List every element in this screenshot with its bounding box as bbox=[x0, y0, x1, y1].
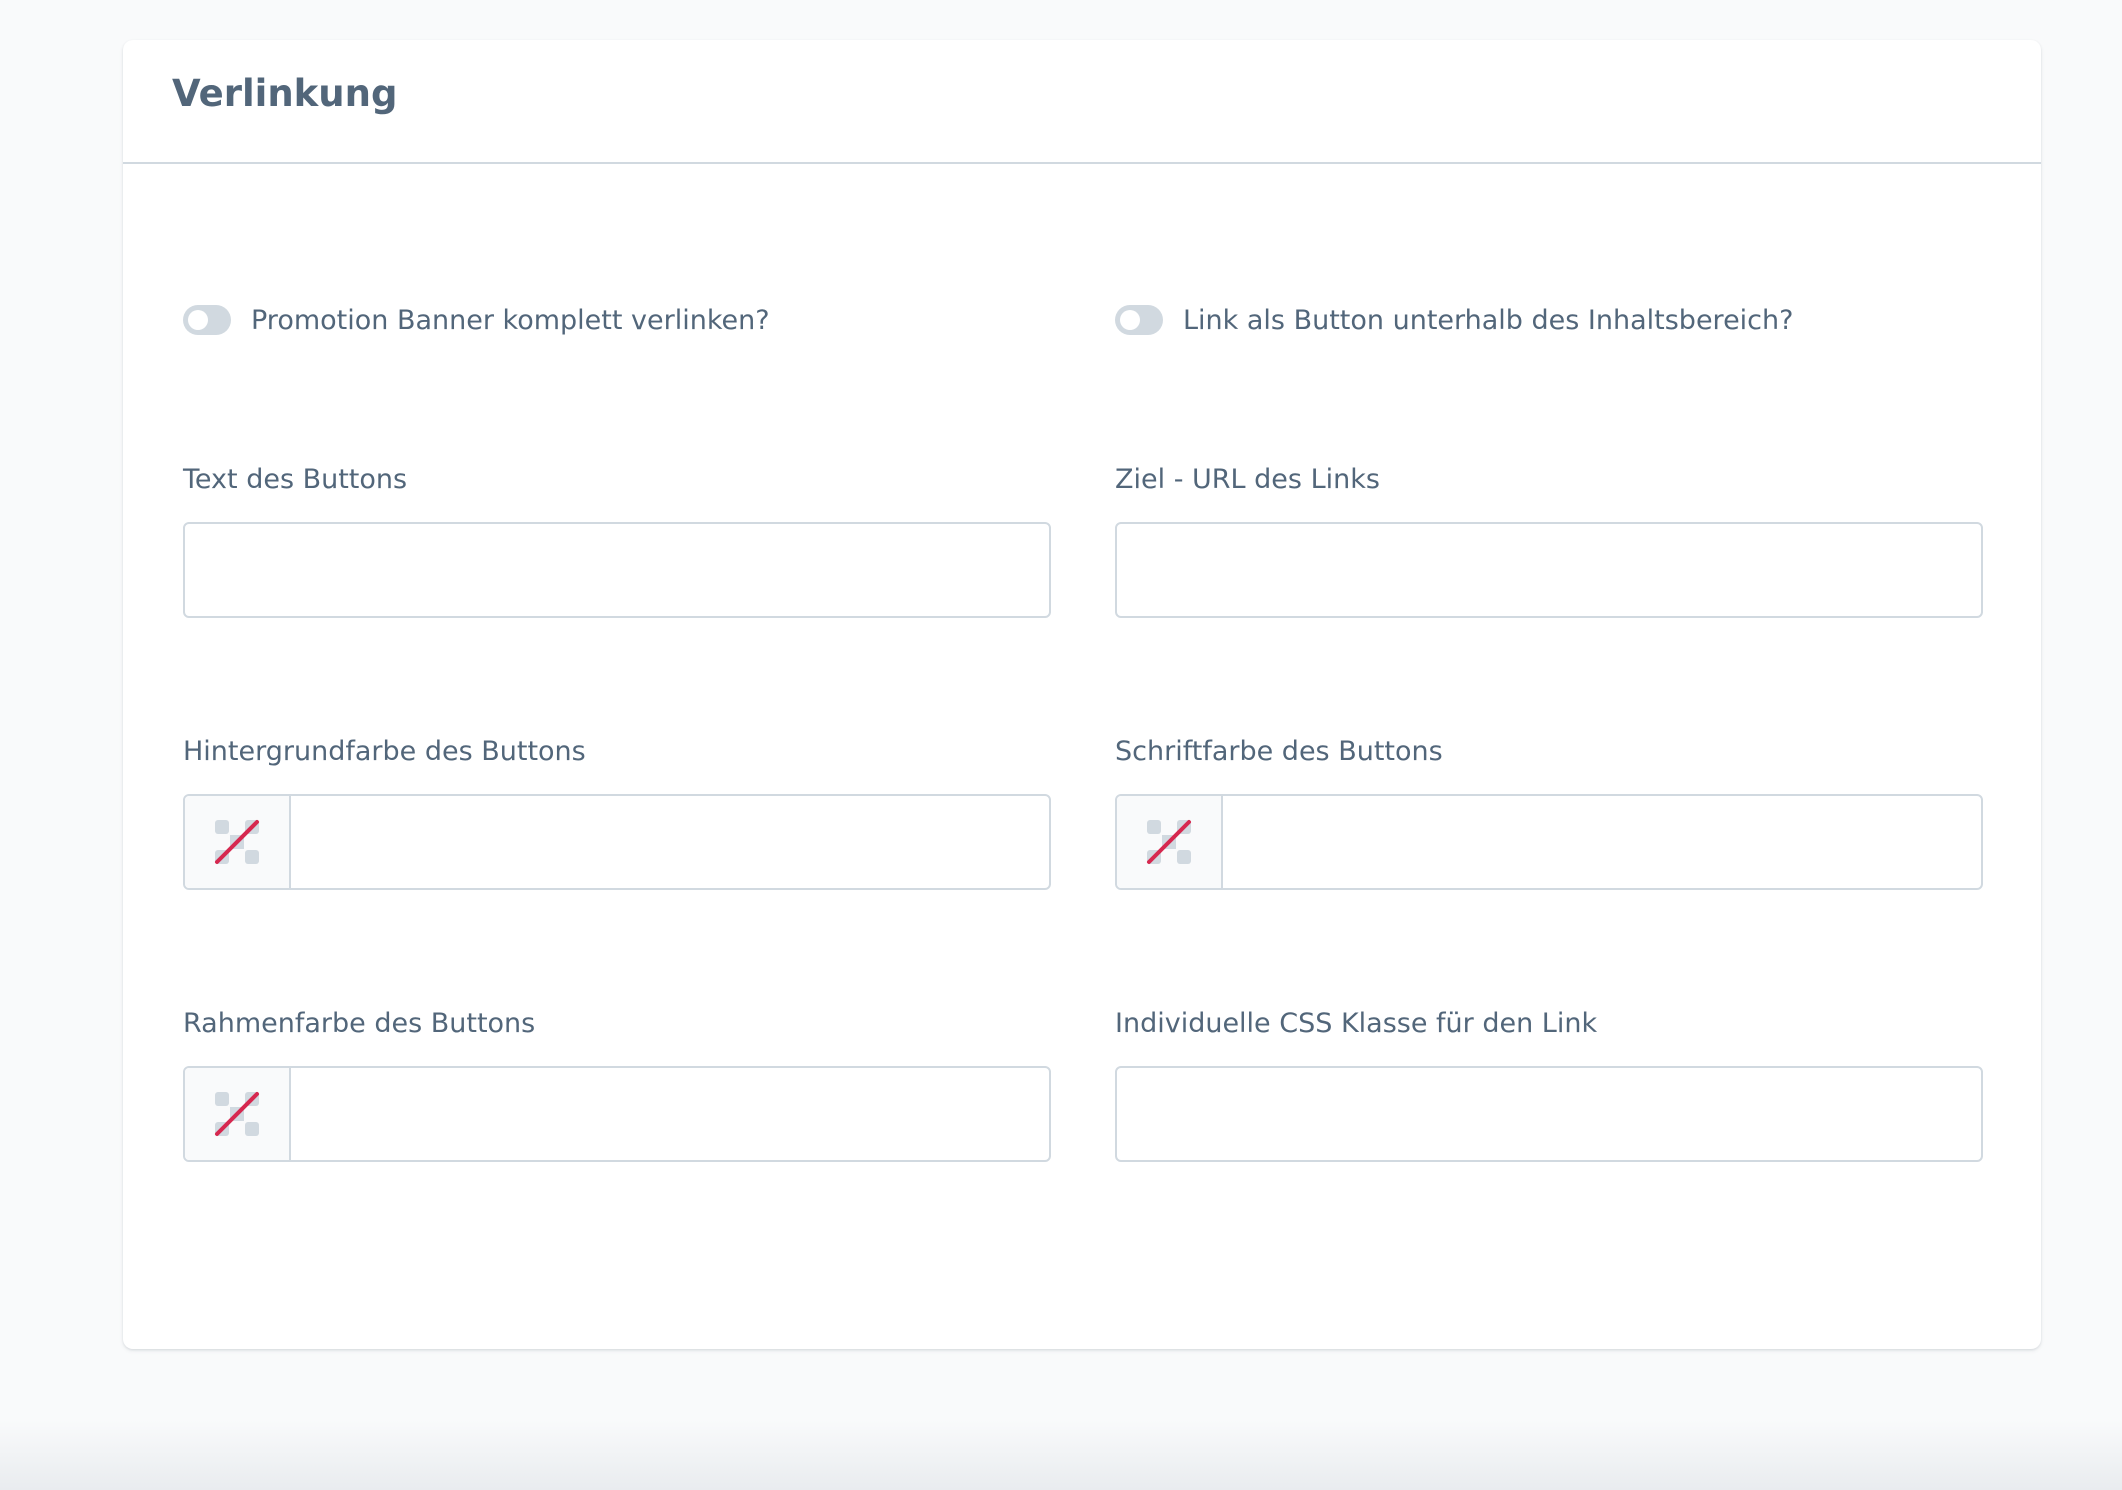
target-url-input[interactable] bbox=[1115, 522, 1983, 618]
no-color-icon bbox=[1147, 820, 1191, 864]
bottom-fade bbox=[0, 1420, 2122, 1490]
linking-card: Verlinkung Promotion Banner komplett ver… bbox=[123, 40, 2041, 1349]
custom-css-class-label: Individuelle CSS Klasse für den Link bbox=[1115, 1008, 1598, 1039]
button-below-content-toggle[interactable] bbox=[1115, 305, 1163, 335]
no-color-icon bbox=[215, 1092, 259, 1136]
button-bg-color-label: Hintergrundfarbe des Buttons bbox=[183, 736, 586, 767]
no-color-icon bbox=[215, 820, 259, 864]
card-header: Verlinkung bbox=[123, 40, 2041, 164]
button-font-color-label: Schriftfarbe des Buttons bbox=[1115, 736, 1443, 767]
switch-row-full-banner-link: Promotion Banner komplett verlinken? bbox=[183, 300, 1051, 340]
button-border-color-swatch[interactable] bbox=[185, 1068, 291, 1160]
toggle-knob bbox=[1120, 310, 1140, 330]
button-border-color-input[interactable] bbox=[291, 1068, 1049, 1160]
button-bg-color-input[interactable] bbox=[291, 796, 1049, 888]
switch-row-button-below-content: Link als Button unterhalb des Inhaltsber… bbox=[1115, 300, 1983, 340]
button-font-color-input[interactable] bbox=[1223, 796, 1981, 888]
button-border-color-field bbox=[183, 1066, 1051, 1162]
button-border-color-label: Rahmenfarbe des Buttons bbox=[183, 1008, 536, 1039]
full-banner-link-toggle[interactable] bbox=[183, 305, 231, 335]
toggle-knob bbox=[188, 310, 208, 330]
button-bg-color-swatch[interactable] bbox=[185, 796, 291, 888]
button-text-label: Text des Buttons bbox=[183, 464, 408, 495]
button-text-input[interactable] bbox=[183, 522, 1051, 618]
card-title: Verlinkung bbox=[172, 71, 398, 115]
custom-css-class-input[interactable] bbox=[1115, 1066, 1983, 1162]
button-font-color-field bbox=[1115, 794, 1983, 890]
button-font-color-swatch[interactable] bbox=[1117, 796, 1223, 888]
full-banner-link-label[interactable]: Promotion Banner komplett verlinken? bbox=[251, 305, 770, 336]
button-bg-color-field bbox=[183, 794, 1051, 890]
target-url-label: Ziel - URL des Links bbox=[1115, 464, 1380, 495]
button-below-content-label[interactable]: Link als Button unterhalb des Inhaltsber… bbox=[1183, 305, 1793, 336]
